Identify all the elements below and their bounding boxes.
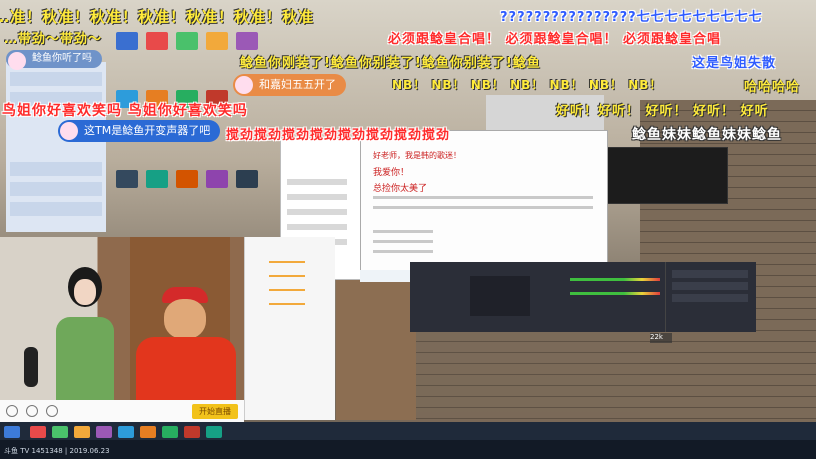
screen-icon[interactable] (26, 405, 38, 417)
chat-list-item[interactable] (10, 162, 102, 176)
danmaku: 这是鸟姐失散 (692, 56, 777, 71)
desktop-icon[interactable] (146, 170, 168, 188)
danmaku: 好听！好听！ 好听！ 好听！ 好听 (556, 104, 769, 119)
taskbar-app-icon[interactable] (74, 426, 90, 438)
pill-text: 鲶鱼你听了吗 (32, 53, 92, 64)
start-streaming-button[interactable] (672, 270, 748, 278)
pill-text: 和嘉妇五五开了 (259, 78, 336, 91)
desktop-icon[interactable] (206, 32, 228, 50)
chat-list-item[interactable] (10, 182, 102, 196)
webcam-feed (0, 237, 244, 400)
taskbar-app-icon[interactable] (96, 426, 112, 438)
im-list-item[interactable] (287, 224, 347, 230)
source-list[interactable] (470, 276, 530, 316)
settings-button[interactable] (672, 294, 748, 302)
chat-pill: 和嘉妇五五开了 (233, 74, 346, 96)
status-bar (0, 440, 816, 459)
taskbar-app-icon[interactable] (162, 426, 178, 438)
taskbar-app-icon[interactable] (206, 426, 222, 438)
taskbar-app-icon[interactable] (140, 426, 156, 438)
obs-controls-panel[interactable] (665, 262, 756, 332)
taskbar-app-icon[interactable] (52, 426, 68, 438)
im-list-item[interactable] (287, 179, 347, 185)
audio-meter (570, 292, 660, 295)
danmaku: …带劲～带劲～ (4, 32, 103, 47)
camera-icon[interactable] (6, 405, 18, 417)
desktop-icon[interactable] (206, 170, 228, 188)
danmaku: ????????????????七七七七七七七七七 (500, 10, 763, 25)
doc-list-row[interactable] (373, 230, 433, 233)
avatar (8, 52, 26, 70)
doc-line: 我爱你！ (373, 168, 410, 178)
im-list-item[interactable] (287, 209, 347, 215)
desktop-icon[interactable] (236, 170, 258, 188)
streamer-man (130, 287, 240, 400)
taskbar-app-icon[interactable] (118, 426, 134, 438)
slider[interactable] (269, 303, 305, 305)
streamer-woman (50, 267, 120, 400)
danmaku: 哈哈哈哈 (744, 80, 801, 95)
start-recording-button[interactable] (672, 282, 748, 290)
taskbar-app-icon[interactable] (184, 426, 200, 438)
danmaku: 鸟姐你好喜欢笑吗 鸟姐你好喜欢笑吗 (2, 103, 248, 119)
taskbar-app-icon[interactable] (30, 426, 46, 438)
start-live-button[interactable]: 开始直播 (192, 404, 238, 419)
danmaku: 搅劲搅劲搅劲搅劲搅劲搅劲搅劲搅劲 (226, 128, 451, 143)
chat-list-item[interactable] (10, 202, 102, 216)
chat-list-panel[interactable] (6, 62, 106, 232)
image-icon[interactable] (46, 405, 58, 417)
desktop-icon[interactable] (236, 32, 258, 50)
desktop-icon[interactable] (116, 32, 138, 50)
doc-list-row[interactable] (373, 240, 433, 243)
avatar (235, 76, 253, 94)
stream-watermark: 斗鱼 TV 1451348 | 2019.06.23 (4, 447, 110, 455)
desktop-icon[interactable] (176, 170, 198, 188)
doc-list-row[interactable] (373, 206, 593, 209)
doc-list-row[interactable] (373, 196, 593, 199)
alley-image (336, 280, 416, 420)
chat-pill: 鲶鱼你听了吗 (6, 50, 102, 70)
danmaku: 鲶鱼你刚装了!鲶鱼你别装了!鲶鱼你别装了!鲶鱼 (240, 56, 541, 71)
microphone-icon (24, 347, 38, 387)
desktop-icon[interactable] (176, 32, 198, 50)
viewer-count-badge: 22k (650, 333, 672, 343)
danmaku: NB！ NB！ NB！ NB！ NB！ NB！ NB！ (392, 78, 663, 92)
avatar (60, 122, 78, 140)
slider[interactable] (269, 289, 305, 291)
chat-pill: 这TM是鲶鱼开变声器了吧 (58, 120, 221, 142)
start-menu-icon[interactable] (4, 426, 20, 438)
danmaku: 必须跟鲶皇合唱！ 必须跟鲶皇合唱！ 必须跟鲶皇合唱 (388, 32, 722, 47)
im-list-item[interactable] (287, 194, 347, 200)
desktop-icon[interactable] (116, 170, 138, 188)
slider[interactable] (269, 261, 305, 263)
danmaku: 鲶鱼妹妹鲶鱼妹妹鲶鱼 (632, 127, 782, 143)
doc-line: 总捡你太美了 (373, 184, 428, 194)
preview-window[interactable] (606, 147, 728, 204)
desktop-icon[interactable] (146, 32, 168, 50)
chat-list-item[interactable] (10, 72, 102, 86)
obs-mixer-panel[interactable] (410, 262, 665, 332)
danmaku: …准！秋准！秋准！秋准！秋准！秋准！秋准 (0, 8, 315, 26)
pill-text: 这TM是鲶鱼开变声器了吧 (84, 124, 211, 137)
stream-settings-panel[interactable] (244, 237, 335, 420)
audio-meter (570, 278, 660, 281)
slider[interactable] (269, 275, 305, 277)
doc-list-row[interactable] (373, 250, 433, 253)
doc-line: 好老师，我是韩的歌迷！ (373, 151, 461, 160)
